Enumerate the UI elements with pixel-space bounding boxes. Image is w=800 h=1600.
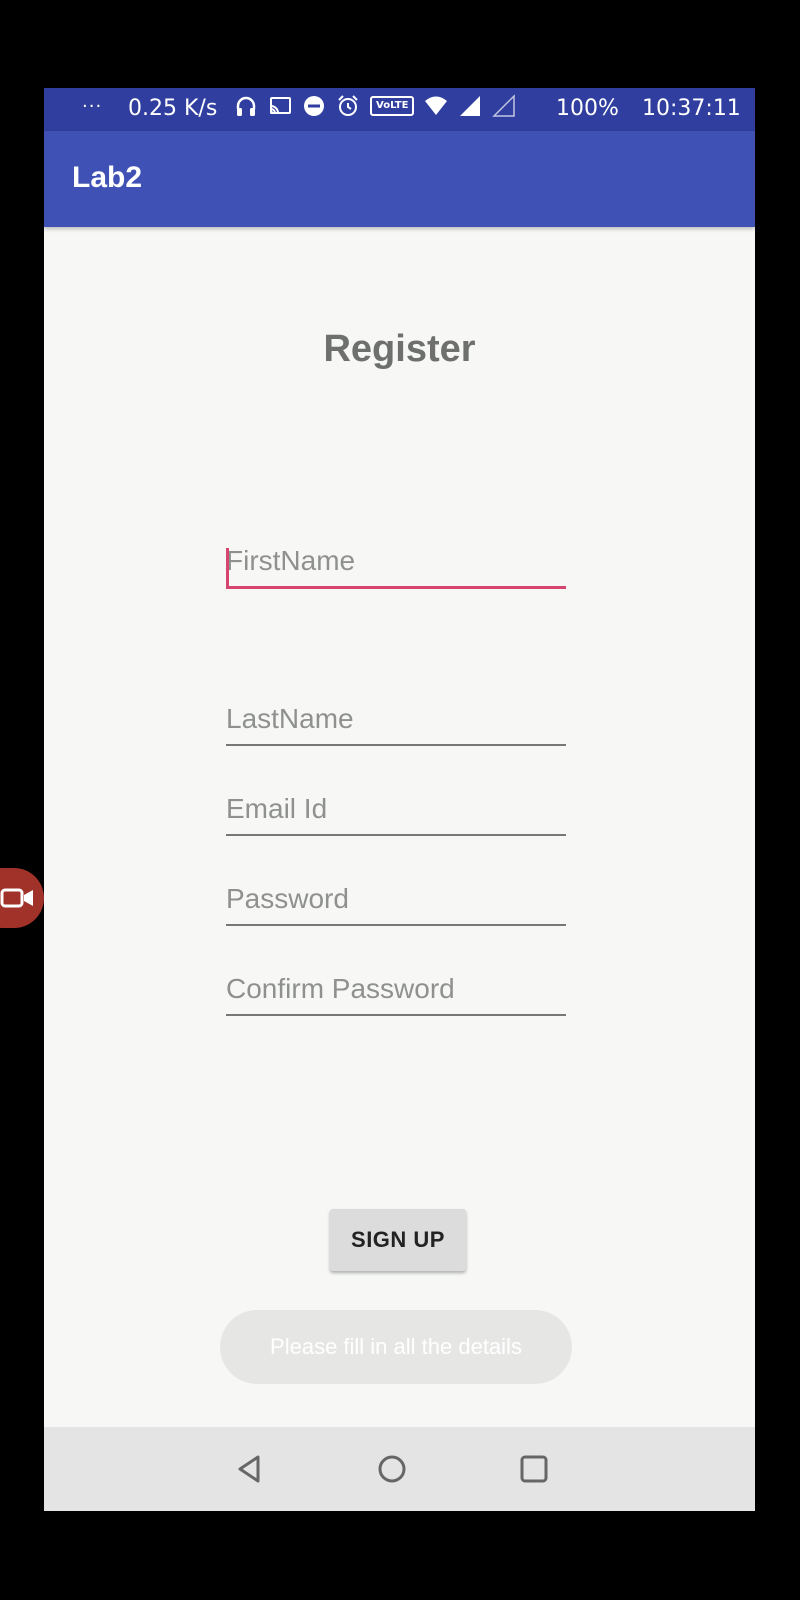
back-icon[interactable] <box>230 1449 270 1489</box>
volte-badge: VoLTE <box>370 96 415 116</box>
toast-message: Please fill in all the details <box>220 1310 572 1384</box>
password-field[interactable] <box>226 874 566 926</box>
screen-recorder-bubble[interactable] <box>0 868 44 928</box>
page-title: Register <box>323 328 476 370</box>
network-speed: 0.25 K/s <box>128 96 218 121</box>
navigation-bar <box>44 1427 755 1511</box>
status-icons: VoLTE <box>234 94 516 118</box>
recents-icon[interactable] <box>514 1449 554 1489</box>
wifi-icon <box>425 96 448 115</box>
text-cursor <box>226 548 229 586</box>
do-not-disturb-icon <box>304 96 324 116</box>
signal-empty-icon <box>492 94 516 117</box>
device-screen: ··· 0.25 K/s VoLTE 100% 10:37:11 Lab2 Re… <box>44 88 755 1511</box>
confirm-password-field[interactable] <box>226 964 566 1016</box>
headphones-icon <box>236 96 256 116</box>
sign-up-button[interactable]: SIGN UP <box>330 1209 466 1271</box>
notification-dots: ··· <box>82 96 103 117</box>
video-camera-icon <box>0 888 33 908</box>
home-icon[interactable] <box>372 1449 412 1489</box>
battery-level: 100% <box>556 96 619 121</box>
app-title: Lab2 <box>72 161 143 194</box>
status-bar: ··· 0.25 K/s VoLTE 100% 10:37:11 <box>44 88 755 131</box>
clock: 10:37:11 <box>642 96 741 121</box>
cast-icon <box>270 97 291 114</box>
email-field[interactable] <box>226 784 566 836</box>
alarm-icon <box>338 95 358 116</box>
app-bar: Lab2 <box>44 131 755 227</box>
signal-icon <box>460 96 481 116</box>
last-name-field[interactable] <box>226 694 566 746</box>
first-name-field[interactable] <box>226 536 566 589</box>
toast-text: Please fill in all the details <box>270 1334 522 1359</box>
